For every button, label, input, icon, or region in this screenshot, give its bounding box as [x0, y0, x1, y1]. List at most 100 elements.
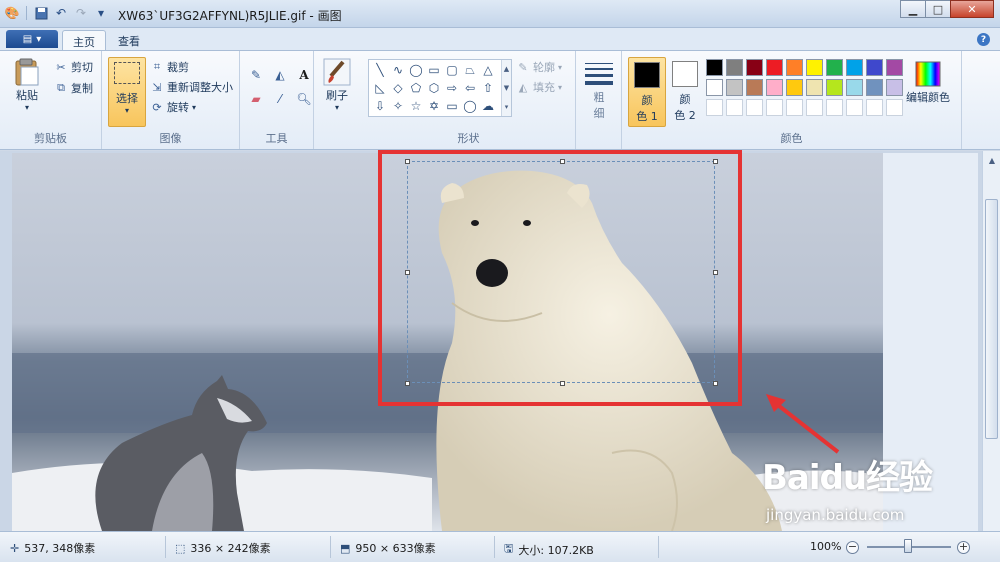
tab-home[interactable]: 主页 [62, 30, 106, 50]
palette-swatch[interactable] [766, 59, 783, 76]
select-button[interactable]: 选择 ▾ [108, 57, 146, 127]
palette-custom-slot[interactable] [886, 99, 903, 116]
triangle-shape-icon[interactable]: △ [479, 61, 497, 79]
palette-custom-slot[interactable] [806, 99, 823, 116]
palette-swatch[interactable] [706, 59, 723, 76]
fill-button[interactable]: ◭ 填充 ▾ [516, 79, 562, 95]
palette-swatch[interactable] [766, 79, 783, 96]
scroll-down-icon[interactable]: ▼ [504, 84, 509, 92]
zoom-slider-thumb[interactable] [904, 539, 912, 553]
chevron-down-icon: ▾ [558, 82, 563, 92]
palette-custom-slot[interactable] [706, 99, 723, 116]
qat-dropdown-icon[interactable]: ▾ [93, 5, 109, 21]
palette-swatch[interactable] [866, 59, 883, 76]
palette-swatch[interactable] [886, 79, 903, 96]
image-size-text: 950 × 633像素 [355, 542, 436, 555]
eraser-icon[interactable]: ▰ [246, 89, 266, 109]
four-point-star-shape-icon[interactable]: ✧ [389, 97, 407, 115]
rotate-button[interactable]: ⟳ 旋转 ▾ [150, 99, 196, 115]
highlight-box [378, 150, 742, 406]
oval-shape-icon[interactable]: ◯ [407, 61, 425, 79]
cut-button[interactable]: ✂ 剪切 [54, 59, 93, 75]
pencil-icon[interactable]: ✎ [246, 65, 266, 85]
cloud-callout-shape-icon[interactable]: ☁ [479, 97, 497, 115]
palette-swatch[interactable] [806, 79, 823, 96]
group-label-image: 图像 [159, 132, 182, 145]
palette-swatch[interactable] [846, 79, 863, 96]
palette-custom-slot[interactable] [746, 99, 763, 116]
size-button[interactable]: 粗 细 [584, 59, 614, 121]
zoom-out-button[interactable]: − [846, 541, 859, 554]
right-arrow-shape-icon[interactable]: ⇨ [443, 79, 461, 97]
paste-button[interactable]: 粘贴 ▾ [12, 57, 42, 112]
color-picker-icon[interactable]: ⁄ [270, 89, 290, 109]
minimize-button[interactable]: ▁ [900, 0, 926, 18]
palette-swatch[interactable] [726, 79, 743, 96]
palette-swatch[interactable] [846, 59, 863, 76]
undo-icon[interactable]: ↶ [53, 5, 69, 21]
palette-swatch[interactable] [866, 79, 883, 96]
palette-swatch[interactable] [746, 59, 763, 76]
palette-custom-slot[interactable] [766, 99, 783, 116]
save-icon[interactable] [33, 5, 49, 21]
hexagon-shape-icon[interactable]: ⬡ [425, 79, 443, 97]
palette-swatch[interactable] [786, 59, 803, 76]
magnifier-icon[interactable]: 🔍︎ [294, 89, 314, 109]
pentagon-shape-icon[interactable]: ⬠ [407, 79, 425, 97]
six-point-star-shape-icon[interactable]: ✡ [425, 97, 443, 115]
outline-button[interactable]: ✎ 轮廓 ▾ [516, 59, 562, 75]
curve-shape-icon[interactable]: ∿ [389, 61, 407, 79]
palette-swatch[interactable] [826, 79, 843, 96]
line-shape-icon[interactable]: ╲ [371, 61, 389, 79]
paste-icon [12, 57, 42, 87]
up-arrow-shape-icon[interactable]: ⇧ [479, 79, 497, 97]
palette-swatch[interactable] [726, 59, 743, 76]
rounded-rectangle-shape-icon[interactable]: ▢ [443, 61, 461, 79]
scroll-up-icon[interactable]: ▲ [983, 151, 1000, 169]
size-label-top: 粗 [593, 91, 605, 104]
paint-app-icon[interactable]: 🎨 [4, 5, 20, 21]
scrollbar-thumb[interactable] [985, 199, 998, 439]
palette-swatch[interactable] [806, 59, 823, 76]
diamond-shape-icon[interactable]: ◇ [389, 79, 407, 97]
tab-view[interactable]: 查看 [108, 30, 150, 50]
polygon-shape-icon[interactable]: ⏢ [461, 61, 479, 79]
rectangle-shape-icon[interactable]: ▭ [425, 61, 443, 79]
fill-bucket-icon[interactable]: ◭ [270, 65, 290, 85]
edit-colors-button[interactable]: 编辑颜色 [906, 59, 950, 105]
copy-button[interactable]: ⧉ 复制 [54, 80, 93, 96]
brushes-button[interactable]: 刷子 ▾ [322, 57, 352, 112]
palette-custom-slot[interactable] [726, 99, 743, 116]
color2-button[interactable]: 颜 色 2 [666, 57, 704, 127]
five-point-star-shape-icon[interactable]: ☆ [407, 97, 425, 115]
palette-swatch[interactable] [706, 79, 723, 96]
crop-button[interactable]: ⌗ 裁剪 [150, 59, 189, 75]
palette-custom-slot[interactable] [846, 99, 863, 116]
redo-icon[interactable]: ↷ [73, 5, 89, 21]
zoom-in-button[interactable]: + [957, 541, 970, 554]
close-button[interactable]: ✕ [950, 0, 994, 18]
palette-custom-slot[interactable] [866, 99, 883, 116]
help-icon[interactable]: ? [977, 33, 990, 46]
down-arrow-shape-icon[interactable]: ⇩ [371, 97, 389, 115]
palette-custom-slot[interactable] [786, 99, 803, 116]
expand-gallery-icon[interactable]: ▾ [505, 103, 509, 111]
palette-swatch[interactable] [886, 59, 903, 76]
app-menu-button[interactable]: ▤ ▾ [6, 30, 58, 48]
oval-callout-shape-icon[interactable]: ◯ [461, 97, 479, 115]
maximize-button[interactable]: □ [925, 0, 951, 18]
palette-custom-slot[interactable] [826, 99, 843, 116]
palette-swatch[interactable] [746, 79, 763, 96]
right-triangle-shape-icon[interactable]: ◺ [371, 79, 389, 97]
scroll-up-icon[interactable]: ▲ [504, 65, 509, 73]
resize-button[interactable]: ⇲ 重新调整大小 [150, 79, 233, 95]
palette-swatch[interactable] [786, 79, 803, 96]
color1-button[interactable]: 颜 色 1 [628, 57, 666, 127]
rotate-label: 旋转 [167, 101, 189, 114]
rect-callout-shape-icon[interactable]: ▭ [443, 97, 461, 115]
shapes-scrollbar[interactable]: ▲ ▼ ▾ [501, 60, 511, 116]
text-tool-icon[interactable]: A [294, 65, 314, 85]
left-arrow-shape-icon[interactable]: ⇦ [461, 79, 479, 97]
palette-swatch[interactable] [826, 59, 843, 76]
scissors-icon: ✂ [56, 60, 66, 74]
